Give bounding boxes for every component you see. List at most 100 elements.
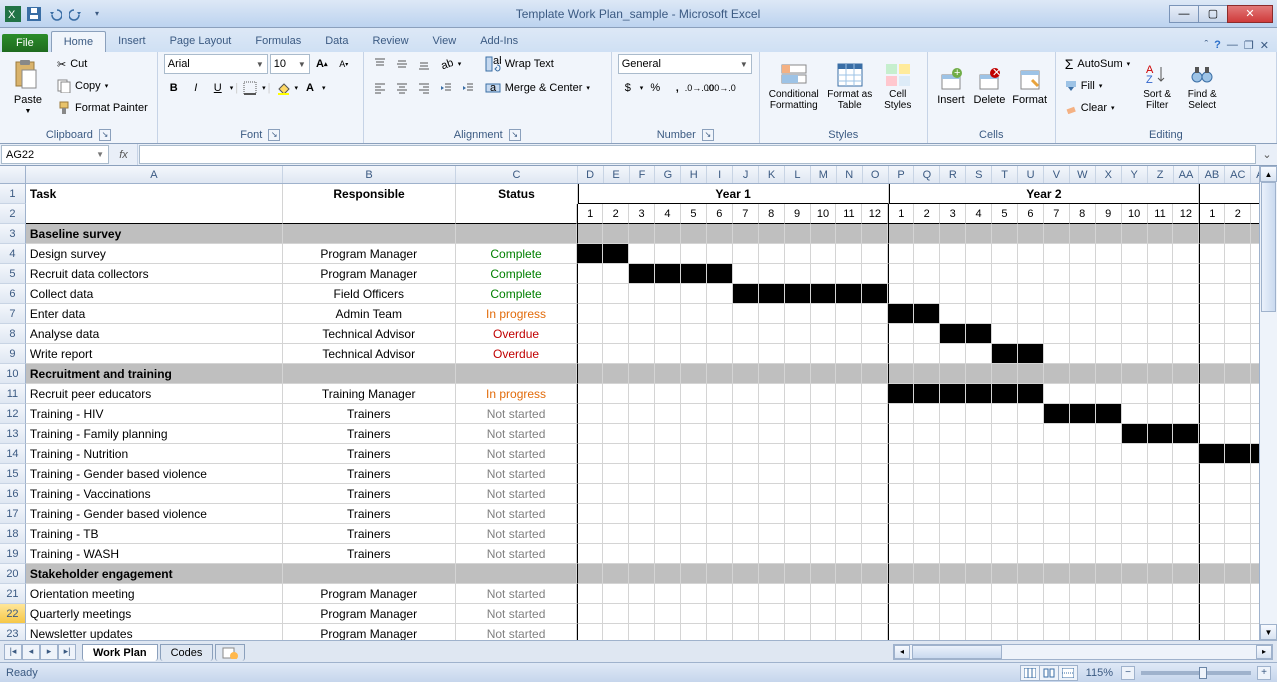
cell[interactable] [888,444,914,464]
cell[interactable] [836,224,862,244]
cell[interactable]: Not started [456,544,577,564]
cell[interactable] [888,564,914,584]
cell[interactable] [456,224,577,244]
cell[interactable] [966,424,992,444]
cell[interactable]: Field Officers [283,284,456,304]
cell[interactable] [836,584,862,604]
cell[interactable] [811,404,837,424]
cell[interactable] [1096,284,1122,304]
cell[interactable] [603,424,629,444]
vertical-scrollbar[interactable]: ▲ ▼ [1259,166,1277,640]
cell[interactable] [681,404,707,424]
cell[interactable] [759,304,785,324]
cell[interactable] [603,364,629,384]
cell[interactable] [888,284,914,304]
cell[interactable] [862,464,888,484]
cell[interactable] [1044,624,1070,640]
cell[interactable] [966,604,992,624]
cell[interactable] [456,564,577,584]
align-middle-button[interactable] [392,54,412,74]
cell[interactable] [707,304,733,324]
cell[interactable] [992,564,1018,584]
cell[interactable]: Trainers [283,504,456,524]
cell[interactable] [1199,344,1225,364]
cell[interactable] [940,504,966,524]
cell[interactable] [914,444,940,464]
cell[interactable]: In progress [456,384,577,404]
cell[interactable] [681,584,707,604]
cell[interactable] [629,264,655,284]
scroll-thumb[interactable] [1261,182,1276,312]
cell[interactable] [759,544,785,564]
cell[interactable] [629,384,655,404]
cell[interactable] [655,304,681,324]
merge-center-button[interactable]: aMerge & Center▾ [482,78,602,98]
cell[interactable] [785,224,811,244]
column-header[interactable]: J [733,166,759,183]
cell[interactable] [1199,424,1225,444]
cell[interactable] [733,524,759,544]
column-header[interactable]: H [681,166,707,183]
cell[interactable]: 2 [914,204,940,224]
row-header[interactable]: 20 [0,564,26,584]
cell[interactable] [1173,524,1199,544]
cell[interactable] [836,624,862,640]
cell[interactable] [1044,504,1070,524]
cell[interactable] [456,364,577,384]
cell[interactable] [1096,324,1122,344]
cell[interactable]: Design survey [26,244,283,264]
cell[interactable] [1044,404,1070,424]
column-header[interactable]: A [26,166,283,183]
column-header[interactable]: K [759,166,785,183]
cell[interactable] [836,284,862,304]
ribbon-tab-data[interactable]: Data [313,31,360,52]
cell[interactable] [1018,284,1044,304]
cell[interactable] [1225,404,1251,424]
cell[interactable] [785,304,811,324]
cell[interactable] [1199,484,1225,504]
cell[interactable] [577,584,603,604]
cell[interactable] [1122,324,1148,344]
cell[interactable] [785,424,811,444]
cell[interactable] [1148,624,1174,640]
align-top-button[interactable] [370,54,390,74]
cell[interactable] [862,444,888,464]
row-header[interactable]: 23 [0,624,26,640]
cell[interactable] [1199,404,1225,424]
cell[interactable] [1096,384,1122,404]
insert-cells-button[interactable]: +Insert [934,54,968,120]
cell[interactable] [283,224,456,244]
cell[interactable]: Not started [456,504,577,524]
cell[interactable] [1225,504,1251,524]
cell[interactable] [785,624,811,640]
cell[interactable] [940,264,966,284]
cell[interactable] [577,484,603,504]
cell[interactable] [914,464,940,484]
fill-button[interactable]: Fill▾ [1062,76,1133,96]
cell[interactable] [759,444,785,464]
cell[interactable] [1173,344,1199,364]
cell[interactable] [1225,604,1251,624]
cell[interactable] [629,404,655,424]
cell[interactable] [862,504,888,524]
cell[interactable] [577,404,603,424]
cell[interactable] [577,544,603,564]
column-header[interactable]: L [785,166,811,183]
cell[interactable] [862,564,888,584]
cell[interactable]: Trainers [283,404,456,424]
row-header[interactable]: 13 [0,424,26,444]
decrease-decimal-button[interactable]: .00→.0 [711,78,731,98]
cell[interactable] [707,504,733,524]
cell[interactable] [836,304,862,324]
cell[interactable] [1148,304,1174,324]
undo-icon[interactable] [46,5,64,23]
cell[interactable] [1044,364,1070,384]
format-painter-button[interactable]: Format Painter [54,98,151,118]
underline-button[interactable]: U [208,78,228,98]
row-header[interactable]: 8 [0,324,26,344]
cell[interactable] [1096,364,1122,384]
column-header[interactable]: Y [1122,166,1148,183]
ribbon-tab-add-ins[interactable]: Add-Ins [468,31,530,52]
cell[interactable] [836,564,862,584]
cell[interactable] [681,364,707,384]
